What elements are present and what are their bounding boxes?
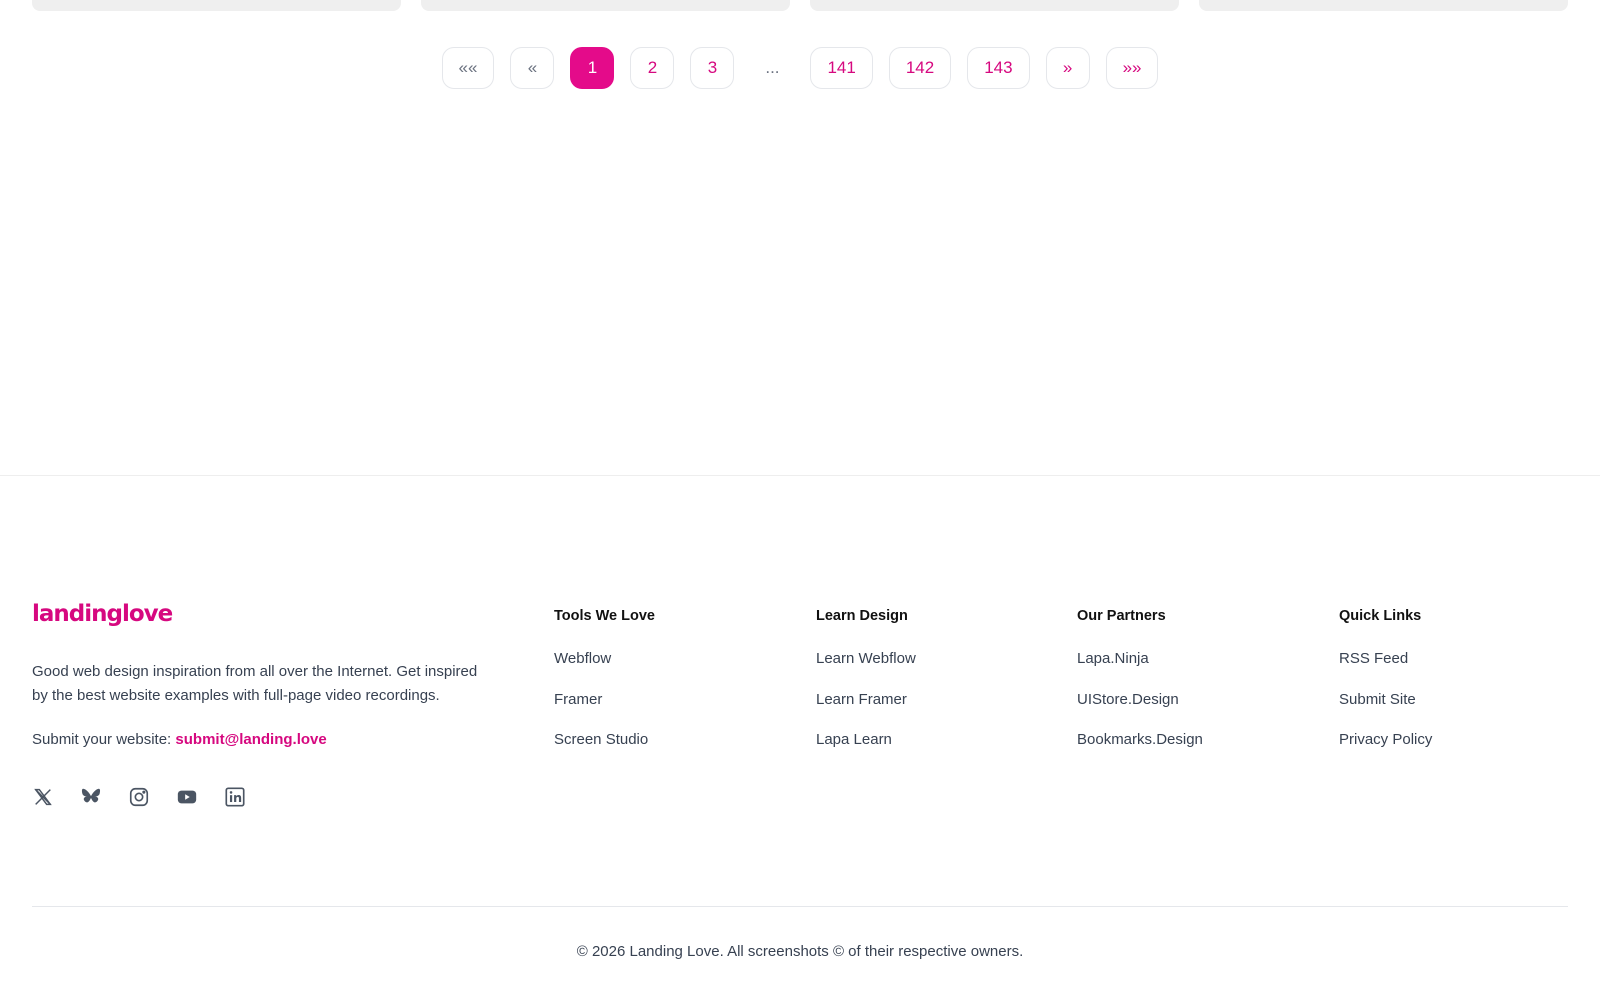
footer-column-learn: Learn Design Learn Webflow Learn Framer …: [816, 608, 1046, 772]
page-button-1[interactable]: 1: [570, 47, 615, 89]
footer-link-lapa-learn[interactable]: Lapa Learn: [816, 731, 1046, 772]
footer-link-learn-framer[interactable]: Learn Framer: [816, 691, 1046, 732]
footer-link-framer[interactable]: Framer: [554, 691, 784, 732]
footer-link-lapa-ninja[interactable]: Lapa.Ninja: [1077, 650, 1307, 691]
footer-column-partners: Our Partners Lapa.Ninja UIStore.Design B…: [1077, 608, 1307, 772]
youtube-icon[interactable]: [176, 786, 198, 808]
footer-link-rss[interactable]: RSS Feed: [1339, 650, 1569, 691]
page-button-2[interactable]: 2: [630, 47, 675, 89]
bluesky-icon[interactable]: [80, 786, 102, 808]
card-stub[interactable]: [1199, 0, 1568, 11]
instagram-icon[interactable]: [128, 786, 150, 808]
submit-email-link[interactable]: submit@landing.love: [175, 731, 326, 748]
card-stub[interactable]: [32, 0, 401, 11]
card-stub[interactable]: [810, 0, 1179, 11]
footer-column-quick-links: Quick Links RSS Feed Submit Site Privacy…: [1339, 608, 1569, 772]
first-page-button[interactable]: ««: [441, 47, 495, 89]
footer-column-tools: Tools We Love Webflow Framer Screen Stud…: [554, 608, 784, 772]
column-title: Quick Links: [1339, 608, 1422, 624]
page-button-141[interactable]: 141: [810, 47, 873, 89]
x-icon[interactable]: [32, 786, 54, 808]
page-button-143[interactable]: 143: [967, 47, 1030, 89]
card-stub[interactable]: [421, 0, 790, 11]
footer-divider: [0, 475, 1600, 476]
pagination: «« « 1 2 3 ... 141 142 143 » »»: [0, 47, 1600, 89]
social-links: [32, 786, 246, 808]
column-title: Learn Design: [816, 608, 908, 624]
linkedin-icon[interactable]: [224, 786, 246, 808]
bottom-divider: [32, 906, 1568, 907]
column-title: Tools We Love: [554, 608, 655, 624]
pagination-ellipsis: ...: [765, 58, 780, 77]
footer-link-bookmarks[interactable]: Bookmarks.Design: [1077, 731, 1307, 772]
submit-line: Submit your website: submit@landing.love: [32, 731, 327, 748]
prev-page-button[interactable]: «: [510, 47, 555, 89]
copyright-text: © 2026 Landing Love. All screenshots © o…: [576, 943, 1024, 960]
last-page-button[interactable]: »»: [1105, 47, 1159, 89]
footer-link-submit-site[interactable]: Submit Site: [1339, 691, 1569, 732]
brand-logo[interactable]: landinglove: [32, 601, 173, 627]
submit-label: Submit your website:: [32, 731, 176, 748]
page-button-3[interactable]: 3: [690, 47, 735, 89]
footer-about-text: Good web design inspiration from all ove…: [32, 663, 478, 704]
footer-link-privacy[interactable]: Privacy Policy: [1339, 731, 1569, 772]
footer-link-uistore[interactable]: UIStore.Design: [1077, 691, 1307, 732]
footer-link-screen-studio[interactable]: Screen Studio: [554, 731, 784, 772]
footer-link-learn-webflow[interactable]: Learn Webflow: [816, 650, 1046, 691]
card-grid-bottom: [32, 0, 1568, 11]
next-page-button[interactable]: »: [1045, 47, 1090, 89]
column-title: Our Partners: [1077, 608, 1166, 624]
page-button-142[interactable]: 142: [888, 47, 952, 89]
footer-link-webflow[interactable]: Webflow: [554, 650, 784, 691]
